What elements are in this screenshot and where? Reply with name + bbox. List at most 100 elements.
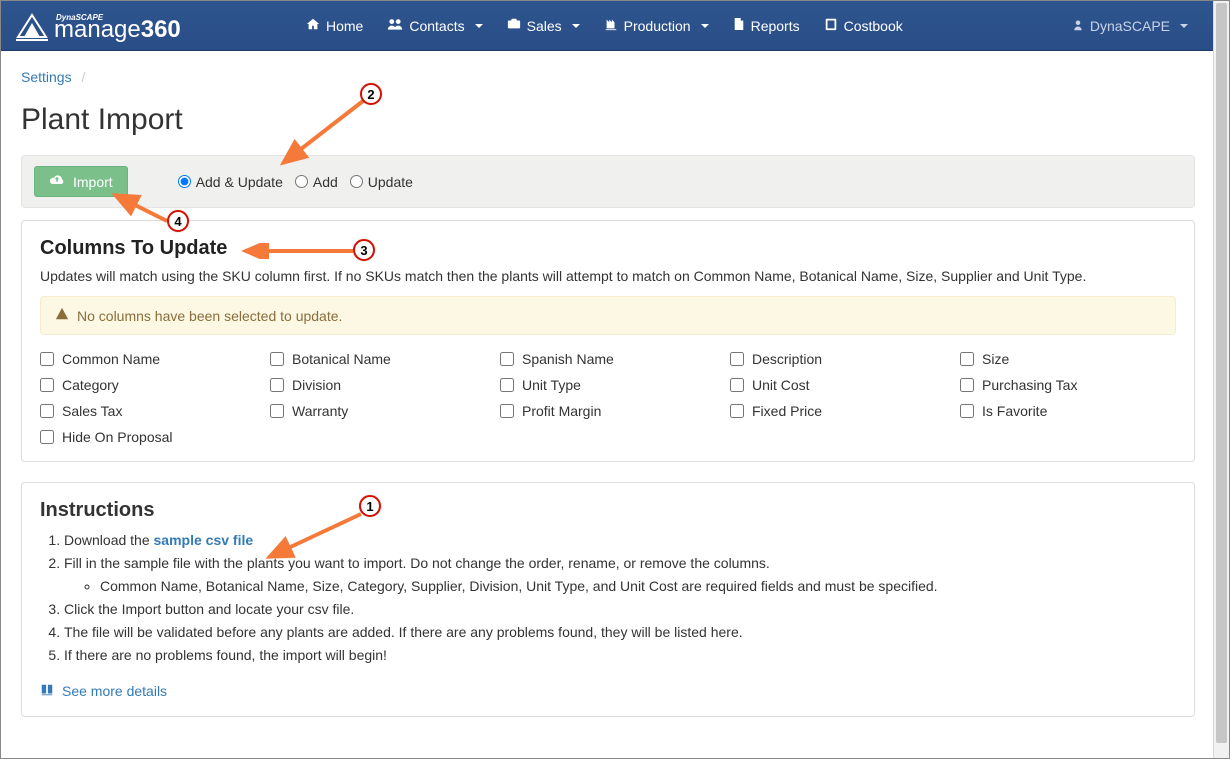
production-icon	[604, 17, 618, 34]
breadcrumb-settings[interactable]: Settings	[21, 69, 72, 85]
checkbox-input[interactable]	[960, 404, 974, 418]
main-navbar: DynaSCAPE manage360 Home Contacts Sales Pro…	[1, 1, 1215, 51]
scrollbar-thumb[interactable]	[1216, 3, 1227, 743]
annotation-2: 2	[360, 83, 382, 105]
columns-panel: Columns To Update Updates will match usi…	[21, 220, 1195, 462]
warning-icon	[55, 307, 69, 324]
checkbox-input[interactable]	[40, 404, 54, 418]
checkbox-input[interactable]	[500, 378, 514, 392]
sales-icon	[507, 17, 521, 34]
column-checkbox-hide-on-proposal[interactable]: Hide On Proposal	[40, 429, 256, 445]
nav-item-contacts[interactable]: Contacts	[375, 2, 494, 49]
annotation-4: 4	[167, 210, 189, 232]
checkbox-input[interactable]	[730, 352, 744, 366]
radio-input[interactable]	[178, 175, 191, 188]
cloud-upload-icon	[49, 173, 65, 190]
sample-csv-link[interactable]: sample csv file	[154, 532, 254, 548]
instruction-step-5: If there are no problems found, the impo…	[64, 645, 1176, 665]
column-checkbox-size[interactable]: Size	[960, 351, 1176, 367]
column-checkbox-purchasing-tax[interactable]: Purchasing Tax	[960, 377, 1176, 393]
column-checkbox-unit-cost[interactable]: Unit Cost	[730, 377, 946, 393]
instruction-step-3: Click the Import button and locate your …	[64, 599, 1176, 619]
checkbox-input[interactable]	[40, 352, 54, 366]
checkbox-label: Description	[752, 351, 822, 367]
instructions-panel: Instructions Download the sample csv fil…	[21, 482, 1195, 717]
user-icon	[1072, 18, 1084, 34]
vertical-scrollbar[interactable]	[1213, 1, 1229, 758]
checkbox-label: Category	[62, 377, 119, 393]
see-more-details-link[interactable]: See more details	[40, 683, 167, 700]
see-more-details-label: See more details	[62, 683, 167, 699]
checkbox-input[interactable]	[270, 352, 284, 366]
checkbox-input[interactable]	[270, 404, 284, 418]
instructions-title: Instructions	[40, 499, 1176, 522]
checkbox-label: Common Name	[62, 351, 160, 367]
user-menu[interactable]: DynaSCAPE	[1060, 3, 1200, 49]
import-mode-update[interactable]: Update	[350, 174, 413, 190]
svg-text:manage360: manage360	[54, 16, 181, 43]
checkbox-input[interactable]	[960, 378, 974, 392]
checkbox-input[interactable]	[40, 378, 54, 392]
instruction-step-2-sub: Common Name, Botanical Name, Size, Categ…	[100, 576, 1176, 596]
checkbox-label: Is Favorite	[982, 403, 1047, 419]
radio-input[interactable]	[295, 175, 308, 188]
checkbox-input[interactable]	[960, 352, 974, 366]
breadcrumb-sep: /	[81, 69, 85, 85]
checkbox-label: Size	[982, 351, 1009, 367]
nav-item-home[interactable]: Home	[294, 2, 375, 49]
columns-alert: No columns have been selected to update.	[40, 296, 1176, 335]
checkbox-input[interactable]	[40, 430, 54, 444]
checkbox-label: Botanical Name	[292, 351, 391, 367]
brand-logo[interactable]: DynaSCAPE manage360	[16, 9, 276, 43]
column-checkbox-description[interactable]: Description	[730, 351, 946, 367]
nav-item-label: Contacts	[409, 18, 464, 34]
checkbox-label: Unit Cost	[752, 377, 810, 393]
import-mode-add-update[interactable]: Add & Update	[178, 174, 283, 190]
instructions-list: Download the sample csv file Fill in the…	[40, 530, 1176, 666]
checkbox-input[interactable]	[730, 378, 744, 392]
nav-item-reports[interactable]: Reports	[721, 2, 812, 49]
radio-label-text: Update	[368, 174, 413, 190]
column-checkbox-sales-tax[interactable]: Sales Tax	[40, 403, 256, 419]
column-checkbox-botanical-name[interactable]: Botanical Name	[270, 351, 486, 367]
nav-item-label: Reports	[751, 18, 800, 34]
nav-item-label: Sales	[527, 18, 562, 34]
breadcrumb: Settings /	[21, 69, 1195, 85]
checkbox-label: Profit Margin	[522, 403, 601, 419]
checkbox-input[interactable]	[730, 404, 744, 418]
nav-items: Home Contacts Sales Production Reports Costbo…	[294, 2, 915, 49]
column-checkbox-unit-type[interactable]: Unit Type	[500, 377, 716, 393]
radio-label-text: Add & Update	[196, 174, 283, 190]
checkbox-label: Warranty	[292, 403, 348, 419]
radio-input[interactable]	[350, 175, 363, 188]
brand-svg: DynaSCAPE manage360	[16, 9, 276, 43]
column-checkbox-spanish-name[interactable]: Spanish Name	[500, 351, 716, 367]
columns-panel-title: Columns To Update	[40, 237, 1176, 260]
instruction-step-2: Fill in the sample file with the plants …	[64, 553, 1176, 596]
checkbox-label: Unit Type	[522, 377, 581, 393]
column-checkbox-division[interactable]: Division	[270, 377, 486, 393]
columns-checkbox-grid: Common Name Botanical Name Spanish Name Des…	[40, 351, 1176, 445]
nav-item-costbook[interactable]: Costbook	[812, 2, 915, 49]
nav-item-production[interactable]: Production	[592, 2, 721, 49]
column-checkbox-common-name[interactable]: Common Name	[40, 351, 256, 367]
import-button[interactable]: Import	[34, 166, 128, 197]
radio-label-text: Add	[313, 174, 338, 190]
book-icon	[40, 683, 54, 700]
column-checkbox-warranty[interactable]: Warranty	[270, 403, 486, 419]
checkbox-input[interactable]	[270, 378, 284, 392]
instruction-step-4: The file will be validated before any pl…	[64, 622, 1176, 642]
caret-icon	[475, 24, 483, 28]
import-mode-add[interactable]: Add	[295, 174, 338, 190]
checkbox-input[interactable]	[500, 352, 514, 366]
nav-user-area: DynaSCAPE	[1060, 3, 1200, 49]
column-checkbox-category[interactable]: Category	[40, 377, 256, 393]
column-checkbox-profit-margin[interactable]: Profit Margin	[500, 403, 716, 419]
nav-item-sales[interactable]: Sales	[495, 2, 592, 49]
column-checkbox-is-favorite[interactable]: Is Favorite	[960, 403, 1176, 419]
checkbox-label: Spanish Name	[522, 351, 614, 367]
checkbox-input[interactable]	[500, 404, 514, 418]
column-checkbox-fixed-price[interactable]: Fixed Price	[730, 403, 946, 419]
costbook-icon	[824, 17, 838, 34]
annotation-1: 1	[359, 495, 381, 517]
